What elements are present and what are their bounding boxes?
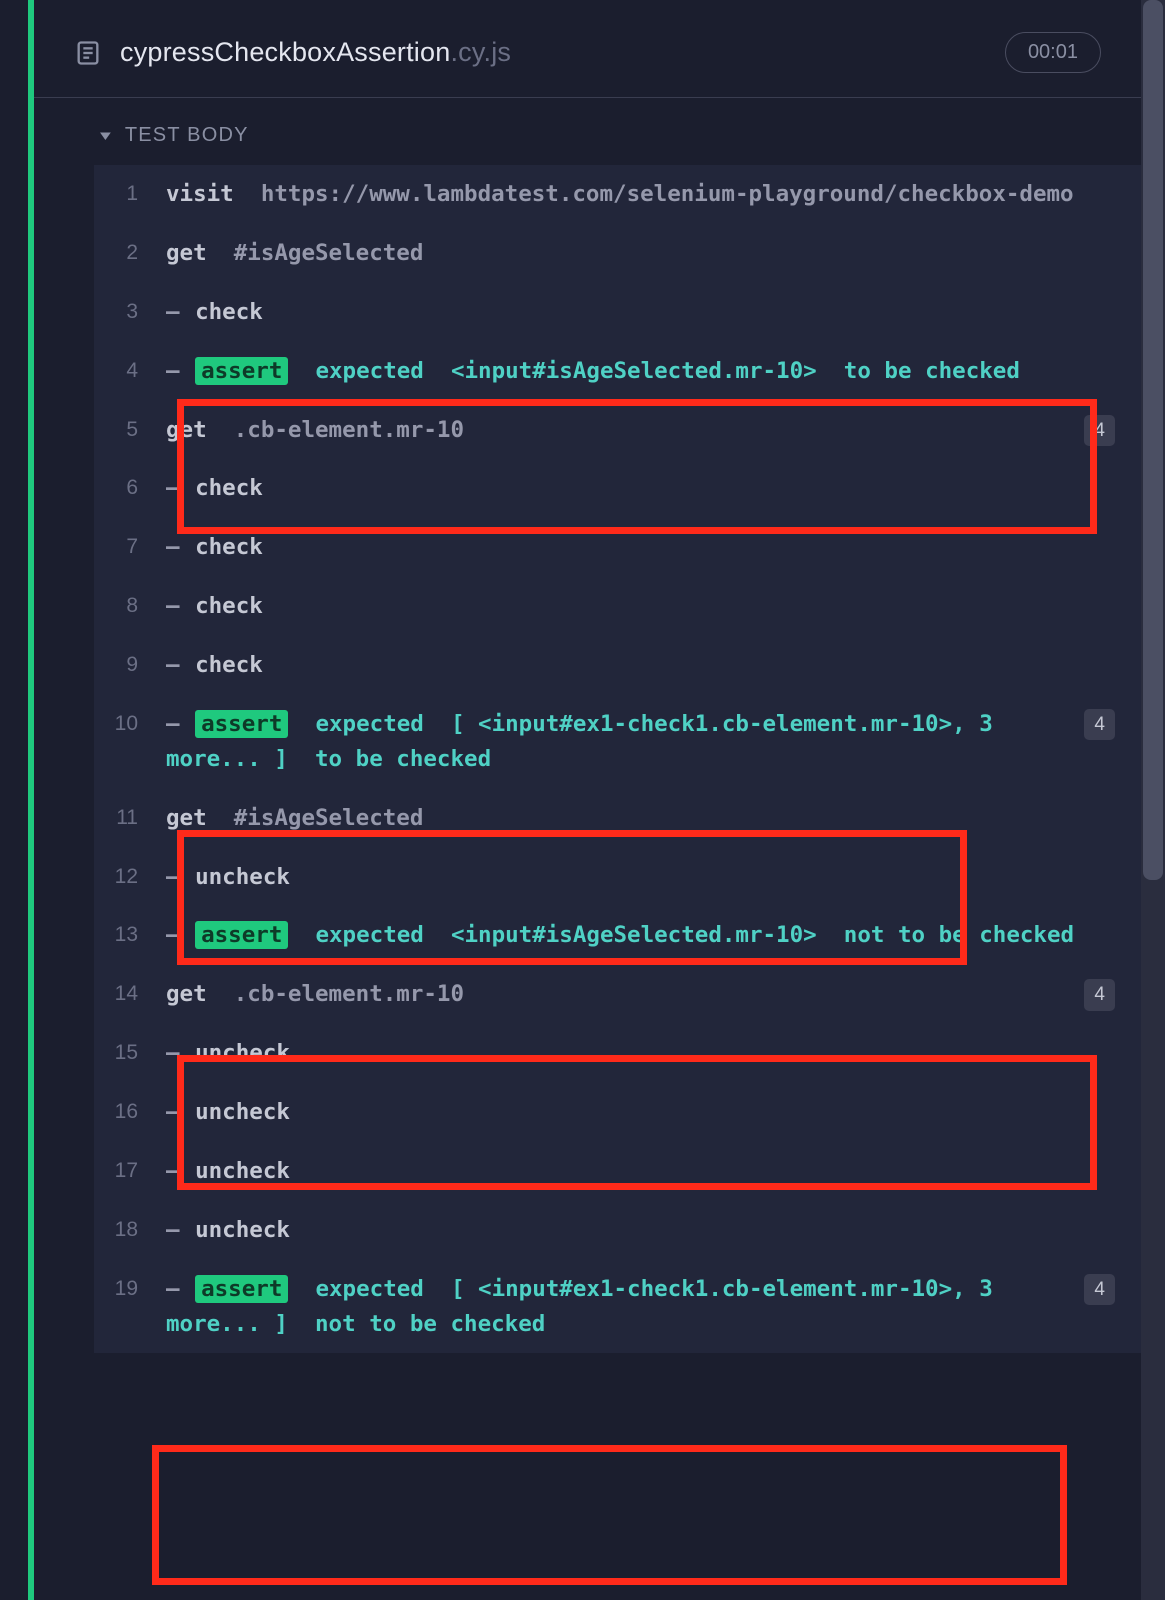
command-row[interactable]: 5get .cb-element.mr-104 <box>94 401 1141 460</box>
scrollbar-thumb[interactable] <box>1143 0 1163 880</box>
command-content: – check <box>166 648 1081 683</box>
line-number: 11 <box>94 801 166 835</box>
filename-base: cypressCheckboxAssertion <box>120 37 450 67</box>
line-number: 6 <box>94 471 166 505</box>
assert-badge: assert <box>195 357 288 385</box>
line-number: 10 <box>94 707 166 741</box>
command-row[interactable]: 4– assert expected <input#isAgeSelected.… <box>94 342 1141 401</box>
line-number: 2 <box>94 236 166 270</box>
line-number: 7 <box>94 530 166 564</box>
command-content: – uncheck <box>166 1036 1081 1071</box>
timer-badge: 00:01 <box>1005 32 1101 73</box>
command-content: get #isAgeSelected <box>166 236 1081 271</box>
command-content: – assert expected <input#isAgeSelected.m… <box>166 354 1081 389</box>
line-number: 3 <box>94 295 166 329</box>
line-number: 18 <box>94 1213 166 1247</box>
command-row[interactable]: 12– uncheck <box>94 848 1141 907</box>
command-row[interactable]: 14get .cb-element.mr-104 <box>94 965 1141 1024</box>
filename-ext: .cy.js <box>450 37 511 67</box>
command-row[interactable]: 15– uncheck <box>94 1024 1141 1083</box>
command-content: – uncheck <box>166 1095 1081 1130</box>
filename: cypressCheckboxAssertion.cy.js <box>120 37 511 68</box>
command-row[interactable]: 18– uncheck <box>94 1201 1141 1260</box>
line-number: 14 <box>94 977 166 1011</box>
command-content: – check <box>166 295 1081 330</box>
assert-badge: assert <box>195 1275 288 1303</box>
section-header[interactable]: ▼ TEST BODY <box>34 118 1141 165</box>
command-row[interactable]: 6– check <box>94 459 1141 518</box>
command-content: get .cb-element.mr-10 <box>166 977 1081 1012</box>
line-number: 4 <box>94 354 166 388</box>
command-content: – uncheck <box>166 860 1081 895</box>
command-content: – assert expected [ <input#ex1-check1.cb… <box>166 707 1081 777</box>
command-row[interactable]: 1visit https://www.lambdatest.com/seleni… <box>94 165 1141 224</box>
command-row[interactable]: 2get #isAgeSelected <box>94 224 1141 283</box>
test-panel: cypressCheckboxAssertion.cy.js 00:01 ▼ T… <box>34 0 1141 1600</box>
scrollbar-track[interactable] <box>1141 0 1165 1600</box>
command-content: get #isAgeSelected <box>166 801 1081 836</box>
command-content: – check <box>166 589 1081 624</box>
command-row[interactable]: 17– uncheck <box>94 1142 1141 1201</box>
line-number: 19 <box>94 1272 166 1306</box>
line-number: 5 <box>94 413 166 447</box>
file-header: cypressCheckboxAssertion.cy.js 00:01 <box>34 20 1141 98</box>
element-count-badge: 4 <box>1084 979 1115 1010</box>
command-row[interactable]: 7– check <box>94 518 1141 577</box>
command-content: – uncheck <box>166 1213 1081 1248</box>
command-row[interactable]: 10– assert expected [ <input#ex1-check1.… <box>94 695 1141 789</box>
command-row[interactable]: 3– check <box>94 283 1141 342</box>
element-count-badge: 4 <box>1084 709 1115 740</box>
command-content: visit https://www.lambdatest.com/seleniu… <box>166 177 1081 212</box>
file-icon <box>74 39 102 67</box>
command-content: get .cb-element.mr-10 <box>166 413 1081 448</box>
command-content: – check <box>166 471 1081 506</box>
command-content: – assert expected <input#isAgeSelected.m… <box>166 918 1081 953</box>
command-row[interactable]: 13– assert expected <input#isAgeSelected… <box>94 906 1141 965</box>
assert-badge: assert <box>195 921 288 949</box>
line-number: 17 <box>94 1154 166 1188</box>
chevron-down-icon: ▼ <box>100 128 111 143</box>
command-content: – assert expected [ <input#ex1-check1.cb… <box>166 1272 1081 1342</box>
command-row[interactable]: 16– uncheck <box>94 1083 1141 1142</box>
command-log: 1visit https://www.lambdatest.com/seleni… <box>94 165 1141 1353</box>
line-number: 13 <box>94 918 166 952</box>
element-count-badge: 4 <box>1084 415 1115 446</box>
line-number: 1 <box>94 177 166 211</box>
line-number: 12 <box>94 860 166 894</box>
line-number: 9 <box>94 648 166 682</box>
command-row[interactable]: 8– check <box>94 577 1141 636</box>
section-title: TEST BODY <box>125 124 249 147</box>
command-row[interactable]: 19– assert expected [ <input#ex1-check1.… <box>94 1260 1141 1354</box>
line-number: 16 <box>94 1095 166 1129</box>
command-content: – uncheck <box>166 1154 1081 1189</box>
command-content: – check <box>166 530 1081 565</box>
command-row[interactable]: 9– check <box>94 636 1141 695</box>
command-row[interactable]: 11get #isAgeSelected <box>94 789 1141 848</box>
element-count-badge: 4 <box>1084 1274 1115 1305</box>
line-number: 15 <box>94 1036 166 1070</box>
assert-badge: assert <box>195 710 288 738</box>
line-number: 8 <box>94 589 166 623</box>
